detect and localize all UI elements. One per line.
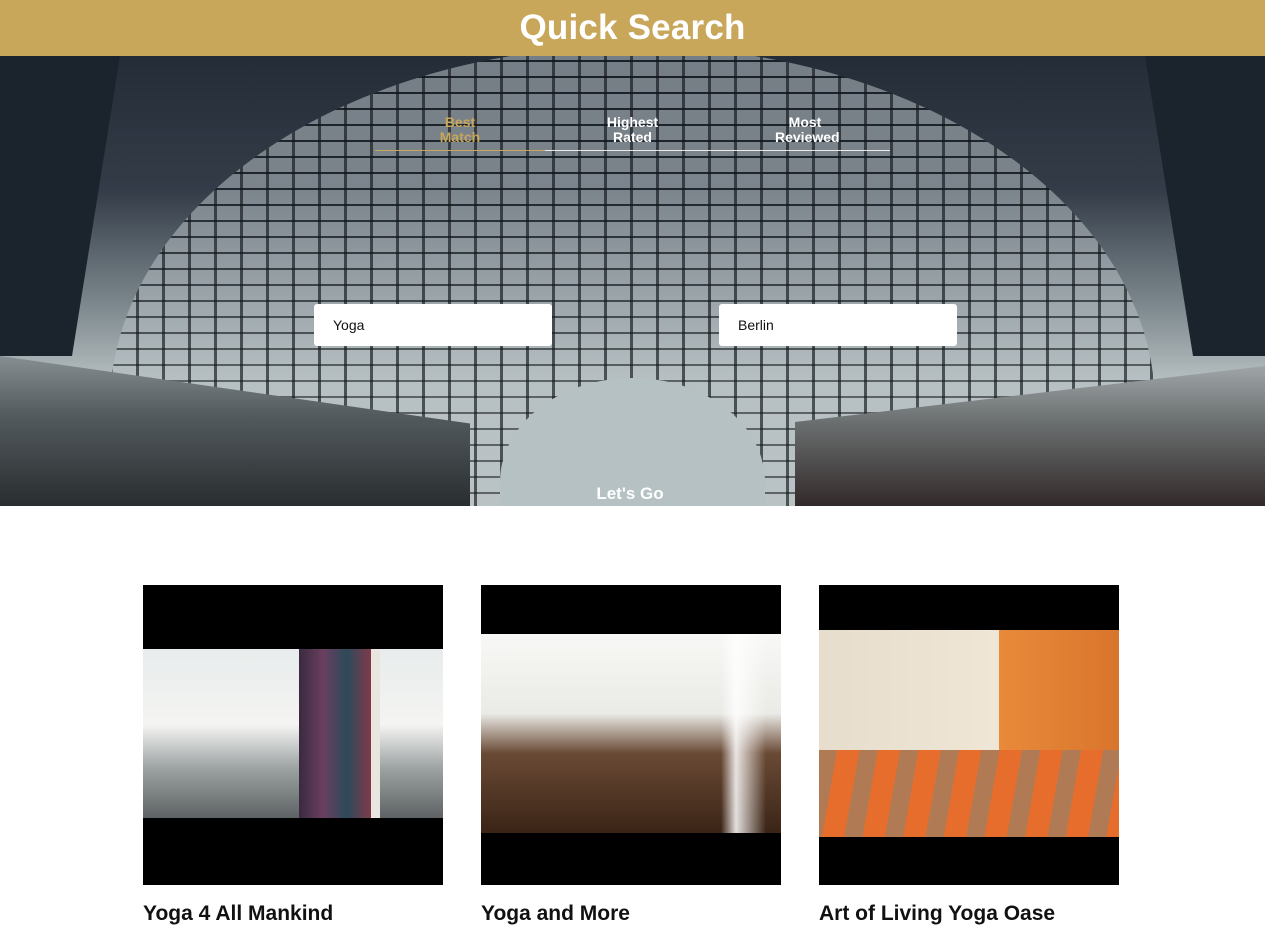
- result-image[interactable]: [819, 585, 1119, 885]
- sort-tabs: Best Match Highest Rated Most Reviewed: [375, 115, 890, 151]
- result-card[interactable]: Yoga 4 All Mankind: [143, 585, 443, 926]
- tab-label-line1: Most: [788, 114, 822, 130]
- lets-go-button[interactable]: Let's Go: [570, 484, 690, 504]
- header-bar: Quick Search: [0, 0, 1265, 56]
- tab-label-line2: Rated: [613, 129, 652, 145]
- tab-label-line2: Reviewed: [775, 129, 840, 145]
- results-grid: Yoga 4 All Mankind Yoga and More Art of …: [143, 585, 1119, 926]
- tab-best-match[interactable]: Best Match: [375, 114, 545, 151]
- result-card[interactable]: Art of Living Yoga Oase: [819, 585, 1119, 926]
- hero-search-section: Best Match Highest Rated Most Reviewed L…: [0, 56, 1265, 506]
- tab-highest-rated[interactable]: Highest Rated: [548, 115, 718, 150]
- result-title[interactable]: Yoga 4 All Mankind: [143, 902, 443, 926]
- tab-most-reviewed[interactable]: Most Reviewed: [720, 115, 890, 150]
- result-image[interactable]: [481, 585, 781, 885]
- tab-label-line1: Best: [444, 114, 476, 130]
- result-title[interactable]: Art of Living Yoga Oase: [819, 902, 1119, 926]
- tab-label-line1: Highest: [606, 114, 659, 130]
- search-term-input[interactable]: [314, 304, 552, 346]
- result-image[interactable]: [143, 585, 443, 885]
- page-title: Quick Search: [519, 8, 746, 47]
- tab-label-line2: Match: [439, 129, 481, 145]
- location-input[interactable]: [719, 304, 957, 346]
- result-title[interactable]: Yoga and More: [481, 902, 781, 926]
- result-card[interactable]: Yoga and More: [481, 585, 781, 926]
